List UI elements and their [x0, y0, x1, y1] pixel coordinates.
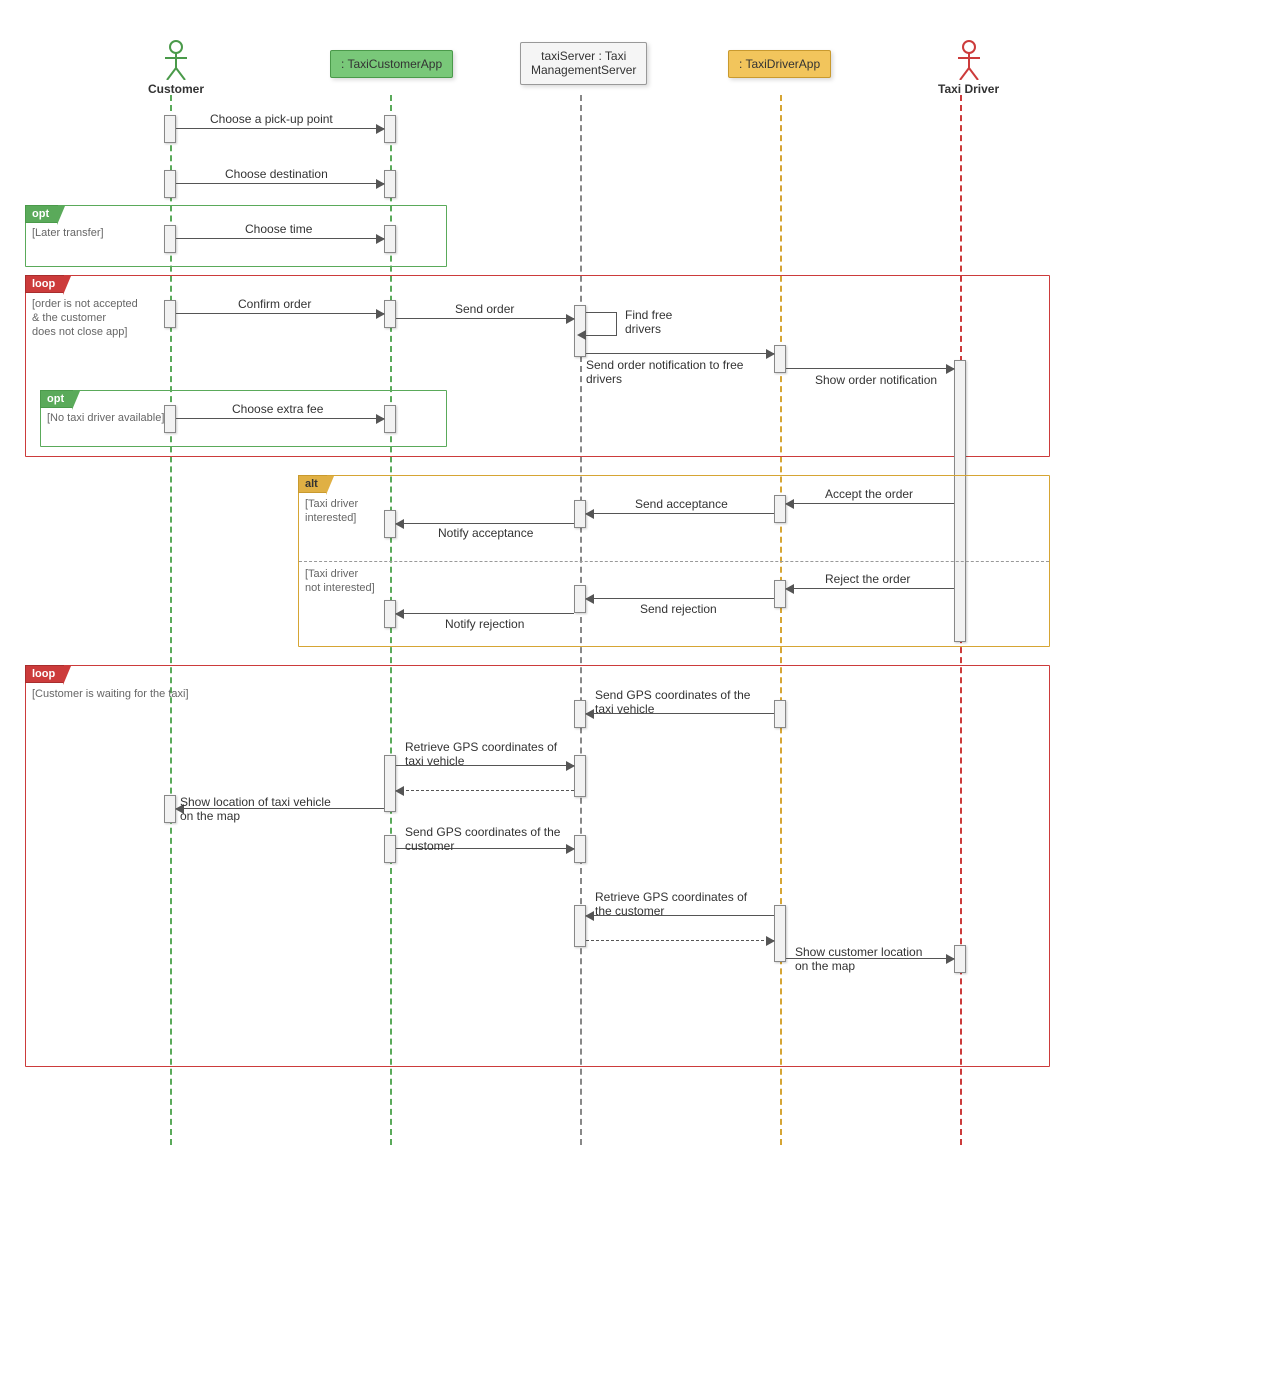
message-arrow [396, 318, 574, 319]
actor-icon [161, 40, 191, 80]
activation-bar [164, 300, 176, 328]
activation-bar [574, 755, 586, 797]
activation-bar [384, 835, 396, 863]
activation-bar [384, 115, 396, 143]
message-label: Retrieve GPS coordinates of the customer [595, 890, 747, 919]
message-label: Choose destination [225, 167, 328, 181]
actor-icon [954, 40, 984, 80]
message-label: Send GPS coordinates of the taxi vehicle [595, 688, 750, 717]
participant-driver-app: : TaxiDriverApp [728, 50, 831, 78]
participant-server: taxiServer : Taxi ManagementServer [520, 42, 647, 85]
message-label: Accept the order [825, 487, 913, 501]
message-label: Send GPS coordinates of the customer [405, 825, 560, 854]
activation-bar [164, 115, 176, 143]
participant-label: Taxi Driver [938, 82, 999, 96]
participant-label: : TaxiCustomerApp [330, 50, 453, 78]
sequence-diagram: Customer : TaxiCustomerApp taxiServer : … [20, 20, 1060, 1160]
participant-label: : TaxiDriverApp [728, 50, 831, 78]
message-arrow [786, 368, 954, 369]
activation-bar [774, 700, 786, 728]
message-arrow [176, 128, 384, 129]
message-arrow [786, 588, 954, 589]
message-arrow [176, 183, 384, 184]
participant-customer: Customer [148, 40, 204, 96]
message-label: Retrieve GPS coordinates of taxi vehicle [405, 740, 557, 769]
message-arrow [586, 513, 774, 514]
message-label: Show customer location on the map [795, 945, 922, 974]
activation-bar [164, 170, 176, 198]
message-arrow [176, 418, 384, 419]
fragment-tag: loop [25, 275, 64, 293]
message-label: Send order [455, 302, 514, 316]
participant-label: taxiServer : Taxi ManagementServer [520, 42, 647, 85]
fragment-guard: [Later transfer] [32, 227, 104, 241]
participant-customer-app: : TaxiCustomerApp [330, 50, 453, 78]
message-label: Show order notification [815, 373, 937, 387]
fragment-tag: opt [40, 390, 73, 408]
message-label: Choose a pick-up point [210, 112, 333, 126]
activation-bar [384, 300, 396, 328]
return-arrow [586, 940, 774, 941]
fragment-guard: [No taxi driver available] [47, 412, 164, 426]
message-label: Choose time [245, 222, 312, 236]
activation-bar [384, 170, 396, 198]
message-label: Show location of taxi vehicle on the map [180, 795, 331, 824]
return-arrow [396, 790, 574, 791]
message-arrow [586, 598, 774, 599]
participant-driver: Taxi Driver [938, 40, 999, 96]
fragment-tag: alt [298, 475, 327, 493]
message-label: Choose extra fee [232, 402, 323, 416]
message-label: Send rejection [640, 602, 717, 616]
message-arrow [396, 613, 574, 614]
self-message [586, 312, 617, 336]
fragment-tag: opt [25, 205, 58, 223]
message-label: Notify rejection [445, 617, 524, 631]
activation-bar [384, 755, 396, 812]
message-arrow [176, 238, 384, 239]
message-arrow [586, 353, 774, 354]
message-label: Reject the order [825, 572, 910, 586]
message-label: Send acceptance [635, 497, 728, 511]
participant-label: Customer [148, 82, 204, 96]
fragment-tag: loop [25, 665, 64, 683]
activation-bar [164, 405, 176, 433]
activation-bar [774, 905, 786, 962]
fragment-guard: [order is not accepted & the customer do… [32, 298, 138, 339]
fragment-guard: [Customer is waiting for the taxi] [32, 688, 189, 702]
activation-bar [954, 945, 966, 973]
activation-bar [164, 225, 176, 253]
activation-bar [384, 405, 396, 433]
alt-divider [299, 561, 1049, 562]
activation-bar [774, 345, 786, 373]
message-label: Send order notification to free drivers [586, 358, 743, 387]
activation-bar [574, 835, 586, 863]
fragment-guard: [Taxi driver interested] [305, 498, 358, 526]
message-label: Confirm order [238, 297, 311, 311]
activation-bar [384, 225, 396, 253]
message-label: Find free drivers [625, 308, 672, 337]
fragment-loop: loop [Customer is waiting for the taxi] [25, 665, 1050, 1067]
message-arrow [396, 523, 574, 524]
message-arrow [176, 313, 384, 314]
message-label: Notify acceptance [438, 526, 533, 540]
fragment-guard: [Taxi driver not interested] [305, 568, 375, 596]
message-arrow [786, 503, 954, 504]
